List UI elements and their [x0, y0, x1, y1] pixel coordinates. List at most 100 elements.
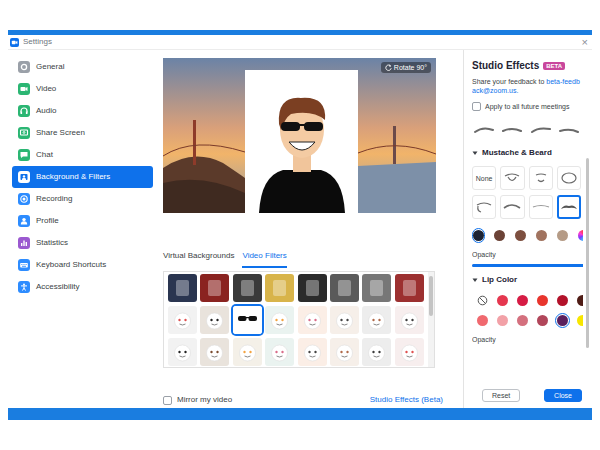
filter-image: [168, 338, 197, 366]
filter-thumbnail[interactable]: [200, 274, 229, 302]
eyebrow-option[interactable]: [472, 124, 496, 134]
color-swatch[interactable]: [495, 293, 510, 308]
color-swatch[interactable]: [475, 293, 490, 308]
apply-all-checkbox[interactable]: [472, 102, 481, 111]
section-header[interactable]: Lip Color: [472, 275, 583, 285]
filter-thumbnail[interactable]: [330, 306, 359, 334]
filter-scrollbar[interactable]: [428, 272, 434, 367]
apply-all-option[interactable]: Apply to all future meetings: [472, 102, 583, 111]
sidebar-item[interactable]: Accessibility: [12, 276, 153, 298]
color-swatch[interactable]: [475, 313, 490, 328]
filter-thumbnail[interactable]: [168, 306, 197, 334]
zoom-logo-icon: [10, 38, 19, 47]
filter-thumbnail[interactable]: [265, 338, 294, 366]
filter-thumbnail[interactable]: [168, 274, 197, 302]
filter-thumbnail[interactable]: [395, 338, 424, 366]
rotate-button[interactable]: Rotate 90°: [381, 62, 431, 73]
color-swatch[interactable]: [575, 313, 584, 328]
filter-thumbnail[interactable]: [298, 338, 327, 366]
style-option[interactable]: [500, 195, 524, 219]
filter-thumbnail[interactable]: [362, 338, 391, 366]
eyebrow-option[interactable]: [529, 124, 553, 134]
filter-thumbnail[interactable]: [233, 338, 262, 366]
eyebrow-icon: [530, 125, 552, 134]
studio-effects-link[interactable]: Studio Effects (Beta): [370, 395, 443, 405]
sidebar-item[interactable]: Chat: [12, 144, 153, 166]
style-option[interactable]: None: [472, 166, 496, 190]
sidebar-item[interactable]: Recording: [12, 188, 153, 210]
filter-thumbnail[interactable]: [330, 338, 359, 366]
eyebrow-option[interactable]: [557, 124, 581, 134]
filter-thumbnail[interactable]: [395, 274, 424, 302]
color-swatch[interactable]: [555, 313, 570, 328]
sidebar-item[interactable]: Keyboard Shortcuts: [12, 254, 153, 276]
tab[interactable]: Virtual Backgrounds: [163, 241, 234, 268]
filter-thumbnail[interactable]: [298, 274, 327, 302]
scrollbar-thumb[interactable]: [429, 276, 433, 316]
color-swatch[interactable]: [514, 228, 527, 243]
color-swatch[interactable]: [535, 293, 550, 308]
filter-thumbnail[interactable]: [362, 274, 391, 302]
filter-thumbnail[interactable]: [298, 306, 327, 334]
color-swatch[interactable]: [515, 293, 530, 308]
sidebar-label: Audio: [36, 106, 56, 116]
filter-thumbnail[interactable]: [395, 306, 424, 334]
mirror-option[interactable]: Mirror my video: [163, 395, 232, 405]
mirror-checkbox[interactable]: [163, 396, 172, 405]
profile-icon: [18, 215, 30, 227]
filter-thumbnail[interactable]: [330, 274, 359, 302]
panel-scrollbar[interactable]: [586, 50, 590, 408]
dialog-button[interactable]: Reset: [482, 389, 520, 402]
filter-thumbnail[interactable]: [265, 306, 294, 334]
filter-thumbnail[interactable]: [168, 338, 197, 366]
sidebar-item[interactable]: Background & Filters: [12, 166, 153, 188]
color-swatch[interactable]: [556, 228, 569, 243]
share-screen-icon: [18, 127, 30, 139]
filter-image: [200, 338, 229, 366]
color-swatch[interactable]: [515, 313, 530, 328]
tab[interactable]: Video Filters: [242, 241, 286, 268]
sidebar-item[interactable]: Statistics: [12, 232, 153, 254]
style-option[interactable]: [500, 166, 524, 190]
sidebar-item[interactable]: Profile: [12, 210, 153, 232]
color-swatch[interactable]: [535, 228, 548, 243]
filter-thumbnail[interactable]: [200, 306, 229, 334]
color-swatch[interactable]: [535, 313, 550, 328]
color-swatch[interactable]: [493, 228, 506, 243]
tab-label: Virtual Backgrounds: [163, 251, 234, 260]
opacity-slider[interactable]: [472, 264, 583, 267]
style-option[interactable]: [529, 195, 553, 219]
style-option[interactable]: [472, 195, 496, 219]
sidebar-item[interactable]: Audio: [12, 100, 153, 122]
filters-panel: Rotate 90° Virtual Backgrounds Video Filte…: [158, 50, 445, 408]
sidebar-item[interactable]: General: [12, 56, 153, 78]
swatch-fill: [494, 230, 505, 241]
filter-thumbnail[interactable]: [265, 274, 294, 302]
style-option[interactable]: [529, 166, 553, 190]
color-swatch[interactable]: [575, 293, 584, 308]
filter-image: [233, 306, 262, 334]
studio-title: Studio Effects: [472, 60, 539, 72]
sidebar-item[interactable]: Video: [12, 78, 153, 100]
filter-thumbnail[interactable]: [233, 274, 262, 302]
section-header[interactable]: Mustache & Beard: [472, 148, 583, 158]
filter-thumbnail[interactable]: [200, 338, 229, 366]
sidebar-label: Statistics: [36, 238, 68, 248]
color-swatch[interactable]: [577, 228, 583, 243]
rotate-icon: [385, 64, 392, 71]
color-swatch[interactable]: [495, 313, 510, 328]
filter-thumbnail[interactable]: [233, 306, 262, 334]
eyebrow-option[interactable]: [500, 124, 524, 134]
style-option[interactable]: [557, 166, 581, 190]
swatch-fill: [577, 295, 584, 306]
close-button[interactable]: ×: [582, 37, 590, 48]
color-swatch[interactable]: [472, 228, 485, 243]
swatch-fill: [515, 230, 526, 241]
sidebar-item[interactable]: Share Screen: [12, 122, 153, 144]
scrollbar-thumb[interactable]: [586, 158, 589, 348]
dialog-button[interactable]: Close: [544, 389, 582, 402]
mirror-label: Mirror my video: [177, 395, 232, 405]
filter-thumbnail[interactable]: [362, 306, 391, 334]
style-option[interactable]: [557, 195, 581, 219]
color-swatch[interactable]: [555, 293, 570, 308]
